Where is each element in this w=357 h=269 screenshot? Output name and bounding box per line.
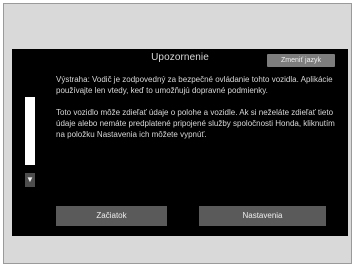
notice-screen: Upozornenie Zmeniť jazyk ▼ Výstraha: Vod… (12, 49, 348, 236)
change-language-button[interactable]: Zmeniť jazyk (267, 54, 335, 67)
settings-button[interactable]: Nastavenia (199, 206, 326, 226)
scrollbar-track[interactable] (25, 97, 35, 165)
warning-text: Výstraha: Vodič je zodpovedný za bezpečn… (56, 74, 338, 140)
privacy-paragraph: Toto vozidlo môže zdieľať údaje o polohe… (56, 108, 335, 139)
start-button[interactable]: Začiatok (56, 206, 167, 226)
warning-paragraph: Výstraha: Vodič je zodpovedný za bezpečn… (56, 75, 333, 95)
figure-frame: Upozornenie Zmeniť jazyk ▼ Výstraha: Vod… (3, 3, 352, 264)
arrow-down-icon[interactable]: ▼ (25, 173, 35, 187)
scrollbar[interactable]: ▼ (25, 97, 35, 197)
